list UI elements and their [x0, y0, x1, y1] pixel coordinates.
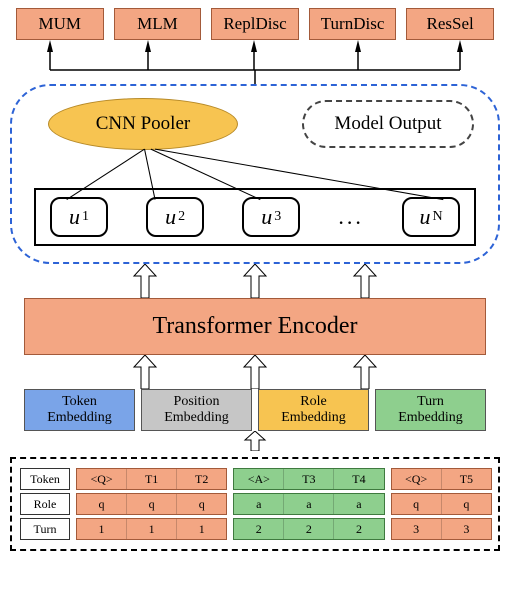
role-group-3: q q	[391, 493, 493, 515]
role-embedding: RoleEmbedding	[258, 389, 369, 431]
role-cell: q	[127, 494, 177, 514]
token-group-1: <Q> T1 T2	[76, 468, 227, 490]
row-label-role: Role	[20, 493, 70, 515]
token-group-3: <Q> T5	[391, 468, 493, 490]
token-cell: T5	[442, 469, 491, 489]
unit-ellipsis: ...	[338, 204, 364, 230]
task-turndisc: TurnDisc	[309, 8, 397, 40]
turn-group-3: 3 3	[391, 518, 493, 540]
turn-cell: 1	[177, 519, 226, 539]
role-cell: q	[177, 494, 226, 514]
role-group-1: q q q	[76, 493, 227, 515]
token-cell: T4	[334, 469, 383, 489]
arrows-panel-to-tasks	[10, 40, 500, 84]
arrows-encoder-to-panel	[10, 264, 500, 298]
position-embedding: PositionEmbedding	[141, 389, 252, 431]
task-mlm: MLM	[114, 8, 202, 40]
role-cell: a	[334, 494, 383, 514]
unit-u3: u3	[242, 197, 300, 237]
unit-uN: uN	[402, 197, 460, 237]
role-cell: a	[284, 494, 334, 514]
turn-cell: 2	[334, 519, 383, 539]
task-ressel: ResSel	[406, 8, 494, 40]
turn-cell: 2	[284, 519, 334, 539]
arrow-inputs-to-emb	[10, 431, 500, 451]
output-panel: CNN Pooler Model Output u1 u2 u3 ... uN	[10, 84, 500, 264]
token-cell: T2	[177, 469, 226, 489]
role-cell: a	[234, 494, 284, 514]
token-group-2: <A> T3 T4	[233, 468, 384, 490]
turn-cell: 1	[77, 519, 127, 539]
token-cell: <Q>	[392, 469, 442, 489]
model-output: Model Output	[302, 100, 474, 148]
token-cell: <Q>	[77, 469, 127, 489]
role-cell: q	[392, 494, 442, 514]
role-cell: q	[442, 494, 491, 514]
role-group-2: a a a	[233, 493, 384, 515]
turn-group-1: 1 1 1	[76, 518, 227, 540]
unit-u2: u2	[146, 197, 204, 237]
turn-cell: 1	[127, 519, 177, 539]
row-label-turn: Turn	[20, 518, 70, 540]
token-cell: T3	[284, 469, 334, 489]
token-cell: <A>	[234, 469, 284, 489]
embedding-row: TokenEmbedding PositionEmbedding RoleEmb…	[10, 389, 500, 431]
task-mum: MUM	[16, 8, 104, 40]
arrows-emb-to-encoder	[10, 355, 500, 389]
turn-embedding: TurnEmbedding	[375, 389, 486, 431]
transformer-encoder: Transformer Encoder	[24, 298, 486, 355]
row-label-token: Token	[20, 468, 70, 490]
turn-cell: 3	[392, 519, 442, 539]
task-repldisc: ReplDisc	[211, 8, 299, 40]
unit-u1: u1	[50, 197, 108, 237]
turn-group-2: 2 2 2	[233, 518, 384, 540]
cnn-pooler: CNN Pooler	[48, 98, 238, 150]
turn-cell: 2	[234, 519, 284, 539]
token-cell: T1	[127, 469, 177, 489]
turn-cell: 3	[442, 519, 491, 539]
inputs-panel: Token <Q> T1 T2 <A> T3 T4 <Q> T5 Role q …	[10, 457, 500, 551]
token-embedding: TokenEmbedding	[24, 389, 135, 431]
role-cell: q	[77, 494, 127, 514]
utterance-sequence: u1 u2 u3 ... uN	[34, 188, 476, 246]
